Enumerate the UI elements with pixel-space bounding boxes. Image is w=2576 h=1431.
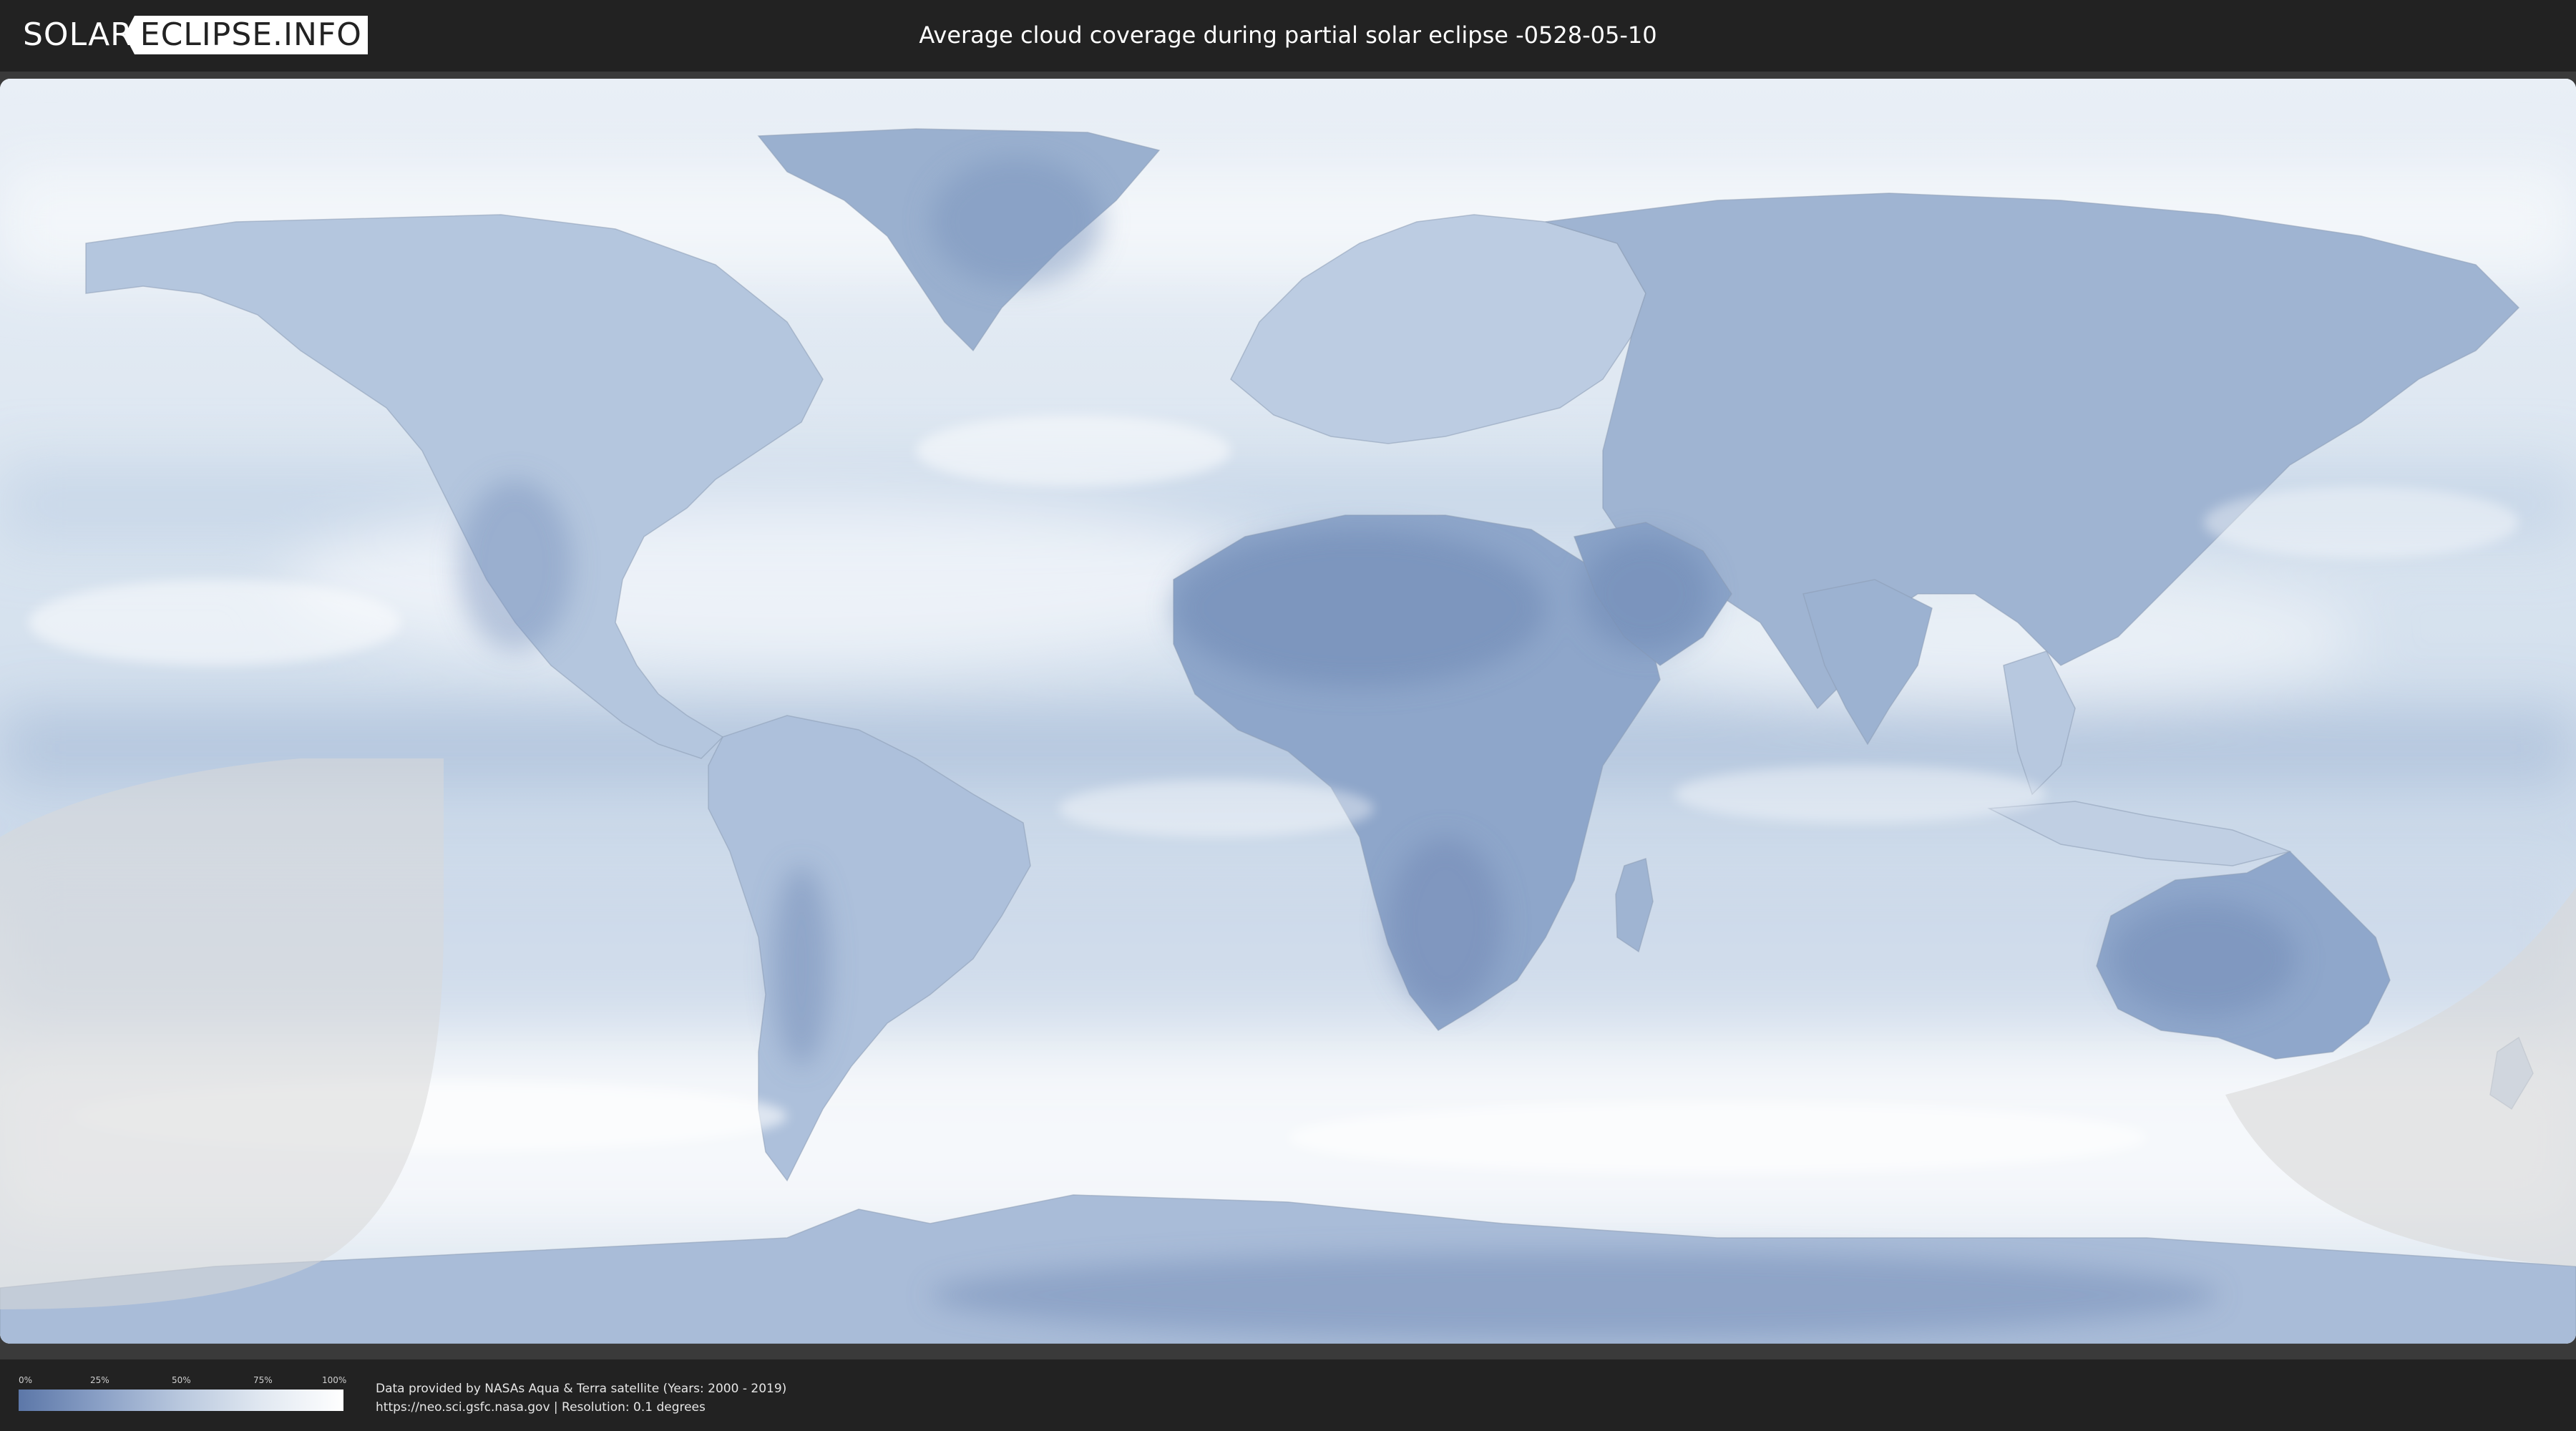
mexico-clear [458, 479, 572, 651]
data-credits: Data provided by NASAs Aqua & Terra sate… [376, 1379, 786, 1417]
legend-tick-75: 75% [253, 1375, 273, 1385]
page: SOLAR ECLIPSE.INFO Average cloud coverag… [0, 0, 2576, 1431]
world-map-svg [0, 79, 2576, 1344]
arabia-clear [1581, 537, 1710, 651]
greenland-clear [930, 157, 1102, 286]
cloud-coverage-legend: 0% 25% 50% 75% 100% [19, 1375, 347, 1411]
legend-tick-0: 0% [19, 1375, 33, 1385]
page-title: Average cloud coverage during partial so… [919, 21, 1657, 49]
footer-bar: 0% 25% 50% 75% 100% Data provided by NAS… [0, 1359, 2576, 1431]
sahara-clear [1174, 529, 1546, 687]
map-frame [0, 72, 2576, 1359]
header-bar: SOLAR ECLIPSE.INFO Average cloud coverag… [0, 0, 2576, 72]
legend-ticks: 0% 25% 50% 75% 100% [19, 1375, 347, 1387]
andes-clear [773, 866, 830, 1066]
southern-africa-clear [1388, 837, 1503, 1009]
credit-line-url: https://neo.sci.gsfc.nasa.gov | Resoluti… [376, 1400, 706, 1415]
legend-tick-25: 25% [90, 1375, 109, 1385]
legend-tick-100: 100% [322, 1375, 347, 1385]
credit-line-source: Data provided by NASAs Aqua & Terra sate… [376, 1382, 787, 1396]
legend-tick-50: 50% [172, 1375, 191, 1385]
australia-clear [2111, 902, 2297, 1016]
legend-gradient-bar [19, 1390, 343, 1411]
antarctica-clear [930, 1252, 2218, 1338]
cloud-coverage-map[interactable] [0, 79, 2576, 1344]
